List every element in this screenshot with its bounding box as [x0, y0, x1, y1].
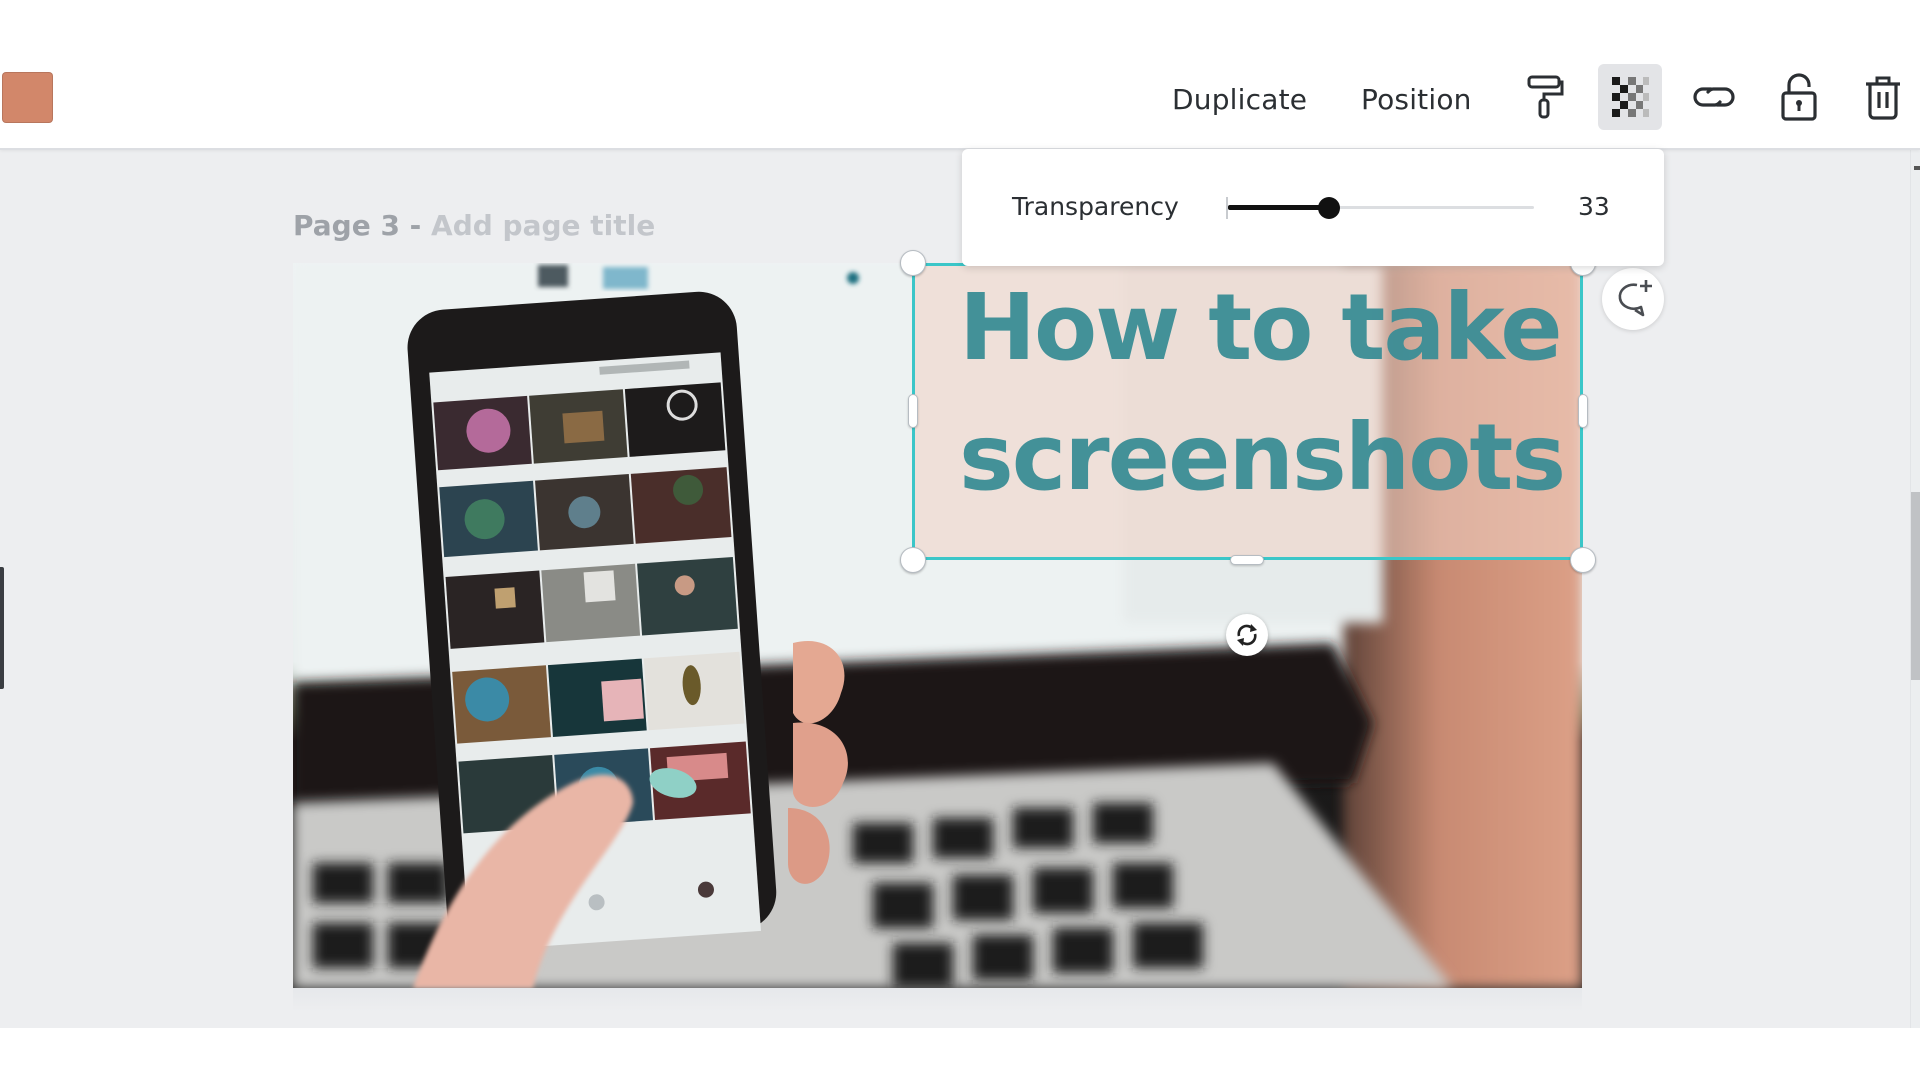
add-comment-icon [1618, 280, 1652, 317]
transparency-label: Transparency [1012, 192, 1179, 221]
resize-handle-left[interactable] [908, 394, 918, 428]
page-title[interactable]: Page 3 - Add page title [293, 206, 655, 246]
duplicate-button[interactable]: Duplicate [1172, 78, 1307, 122]
transparency-value[interactable]: 33 [1578, 189, 1610, 225]
side-panel-collapse-handle[interactable] [0, 567, 4, 689]
rotate-icon [1237, 624, 1257, 646]
editor-window: Duplicate Position Page 3 - Add page tit… [0, 0, 1920, 1080]
selected-text-element[interactable]: How to take screenshots [912, 263, 1583, 560]
rotate-handle[interactable] [1226, 614, 1268, 656]
resize-handle-bottom-right[interactable] [1570, 547, 1596, 573]
slider-fill [1228, 205, 1329, 210]
scrollbar-up-marker [1914, 166, 1920, 170]
transparency-slider[interactable] [1226, 193, 1534, 223]
resize-handle-right[interactable] [1578, 394, 1588, 428]
delete-button[interactable] [1851, 64, 1915, 130]
link-button[interactable] [1682, 64, 1746, 130]
scrollbar-thumb[interactable] [1911, 492, 1920, 680]
copy-style-button[interactable] [1513, 64, 1577, 130]
transparency-icon [1612, 77, 1649, 117]
editor-toolbar: Duplicate Position [0, 0, 1920, 150]
transparency-popover: Transparency 33 [962, 149, 1664, 266]
trash-icon [1866, 76, 1900, 120]
transparency-button[interactable] [1598, 64, 1662, 130]
page-number-label: Page 3 - [293, 209, 422, 242]
heading-line-2[interactable]: screenshots [959, 412, 1566, 504]
link-icon [1693, 87, 1735, 107]
position-button[interactable]: Position [1361, 78, 1472, 122]
resize-handle-bottom-left[interactable] [900, 547, 926, 573]
lock-button[interactable] [1767, 64, 1831, 130]
page-footer-shadow [293, 988, 1582, 1012]
paint-roller-icon [1527, 75, 1564, 119]
slider-thumb[interactable] [1317, 197, 1340, 219]
resize-handle-bottom[interactable] [1230, 555, 1264, 565]
text-color-swatch[interactable] [2, 72, 53, 123]
heading-line-1[interactable]: How to take [959, 282, 1563, 374]
page-title-input[interactable]: Add page title [431, 209, 655, 242]
resize-handle-top-left[interactable] [900, 250, 926, 276]
add-comment-button[interactable] [1602, 268, 1664, 330]
unlock-icon [1781, 73, 1817, 121]
